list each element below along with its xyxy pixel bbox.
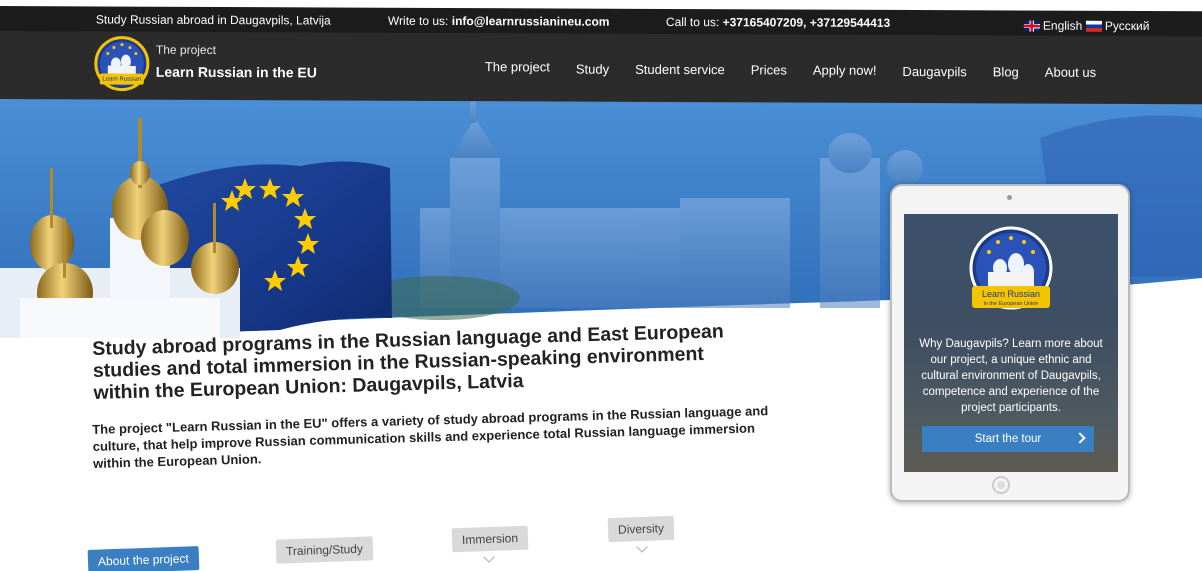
brand-subtitle: The project	[155, 42, 216, 57]
nav-daugavpils[interactable]: Daugavpils	[902, 64, 966, 79]
phone-numbers[interactable]: +37165407209, +37129544413	[723, 15, 891, 30]
nav-blog[interactable]: Blog	[993, 64, 1019, 79]
chevron-down-icon	[483, 551, 495, 563]
logo-text-line1: Learn Russian	[982, 289, 1040, 299]
russia-flag-icon	[1085, 20, 1102, 32]
lead-paragraph: The project "Learn Russian in the EU" of…	[92, 403, 769, 471]
start-tour-button[interactable]: Start the tour	[922, 426, 1094, 452]
tab-diversity[interactable]: Diversity	[607, 515, 675, 543]
lang-russian[interactable]: Русский	[1085, 18, 1150, 34]
tab-training-study[interactable]: Training/Study	[275, 536, 374, 564]
email-link[interactable]: info@learnrussianineu.com	[452, 14, 610, 29]
nav-apply-now[interactable]: Apply now!	[813, 63, 877, 78]
start-tour-label: Start the tour	[974, 433, 1042, 445]
tablet-description: Why Daugavpils? Learn more about our pro…	[919, 338, 1103, 414]
nav-study[interactable]: Study	[576, 62, 609, 77]
location-text: Study Russian abroad in Daugavpils, Latv…	[95, 12, 331, 28]
phone-contact: Call to us: +37165407209, +37129544413	[666, 15, 890, 30]
lang-english-label: English	[1042, 18, 1083, 33]
tablet-promo: Learn Russian in the European Union Why …	[890, 184, 1130, 502]
page: Study Russian abroad in Daugavpils, Latv…	[0, 0, 1202, 571]
email-contact: Write to us: info@learnrussianineu.com	[388, 14, 610, 29]
logo-icon[interactable]: Learn Russian	[94, 35, 150, 93]
tab-about-the-project[interactable]: About the project	[87, 546, 200, 571]
tablet-home-button	[992, 476, 1010, 494]
uk-flag-icon	[1023, 20, 1040, 32]
lang-english[interactable]: English	[1023, 18, 1083, 33]
logo-text-line2: in the European Union	[984, 301, 1039, 307]
chevron-right-icon	[1074, 432, 1086, 444]
call-label: Call to us:	[665, 14, 720, 30]
nav-the-project[interactable]: The project	[485, 59, 550, 74]
tablet-screen: Learn Russian in the European Union Why …	[904, 214, 1118, 472]
main-navbar: Learn Russian The project Learn Russian …	[0, 31, 1202, 105]
tablet-camera	[1007, 195, 1012, 200]
write-label: Write to us:	[387, 13, 449, 29]
logo-icon: Learn Russian in the European Union	[969, 226, 1053, 310]
chevron-down-icon	[636, 541, 648, 553]
logo-text: Learn Russian	[102, 76, 141, 82]
brand-title[interactable]: Learn Russian in the EU	[156, 64, 317, 81]
nav-about-us[interactable]: About us	[1045, 65, 1096, 80]
nav-student-service[interactable]: Student service	[635, 62, 725, 77]
nav-prices[interactable]: Prices	[751, 62, 787, 77]
tab-immersion[interactable]: Immersion	[451, 525, 529, 553]
main-nav: The project Study Student service Prices…	[485, 59, 1122, 80]
lang-russian-label: Русский	[1104, 18, 1150, 34]
